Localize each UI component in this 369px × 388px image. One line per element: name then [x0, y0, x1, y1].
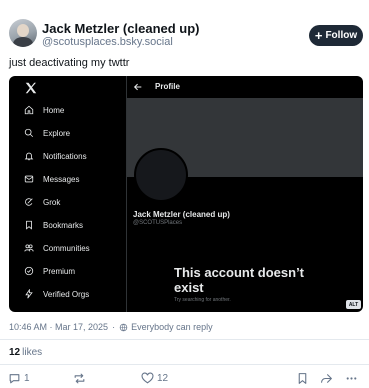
- profile-picture: [134, 148, 188, 202]
- post-meta: 10:46 AM · Mar 17, 2025 · Everybody can …: [9, 322, 213, 332]
- reply-button[interactable]: 1: [8, 372, 30, 385]
- plus-icon: +: [314, 27, 323, 43]
- bookmark-icon: [298, 373, 307, 384]
- back-arrow-icon: [133, 83, 142, 91]
- follow-button-label: Follow: [325, 30, 358, 41]
- author-display-name[interactable]: Jack Metzler (cleaned up): [42, 21, 200, 36]
- share-button[interactable]: [320, 372, 333, 385]
- embed-profile-title: Profile: [155, 82, 180, 91]
- more-options-button[interactable]: [345, 372, 358, 385]
- post-timestamp[interactable]: 10:46 AM · Mar 17, 2025: [9, 322, 108, 332]
- globe-icon: [119, 323, 128, 331]
- likes-count: 12: [9, 347, 21, 358]
- embed-profile-area: Profile Jack Metzler (cleaned up) @SCOTU…: [9, 76, 363, 312]
- reply-count: 1: [24, 373, 30, 384]
- action-bar: 1 12: [0, 372, 369, 388]
- likes-label: likes: [22, 347, 43, 358]
- reply-icon: [9, 374, 20, 384]
- account-error-title: This account doesn’t exist: [174, 265, 305, 295]
- embed-profile-name: Jack Metzler (cleaned up): [133, 210, 230, 219]
- divider: [0, 364, 369, 365]
- post: Jack Metzler (cleaned up) @scotusplaces.…: [0, 0, 369, 388]
- repost-icon: [74, 373, 85, 384]
- like-count: 12: [157, 373, 169, 384]
- divider: [0, 339, 369, 340]
- heart-icon: [141, 372, 154, 384]
- account-error-subtitle: Try searching for another.: [174, 297, 231, 303]
- share-icon: [321, 374, 332, 383]
- likes-summary[interactable]: 12 likes: [9, 347, 42, 358]
- follow-button[interactable]: + Follow: [309, 25, 363, 46]
- avatar[interactable]: [9, 19, 37, 47]
- bookmark-button[interactable]: [296, 372, 309, 385]
- alt-badge[interactable]: ALT: [346, 300, 361, 309]
- repost-button[interactable]: [73, 372, 86, 385]
- post-text: just deactivating my twttr: [9, 57, 130, 69]
- embed-profile-handle: @SCOTUSPlaces: [133, 220, 183, 226]
- like-button[interactable]: 12: [141, 372, 168, 385]
- author-handle[interactable]: @scotusplaces.bsky.social: [42, 36, 173, 48]
- more-icon: [346, 377, 357, 380]
- meta-separator: ·: [112, 322, 116, 332]
- reply-setting: Everybody can reply: [131, 322, 213, 332]
